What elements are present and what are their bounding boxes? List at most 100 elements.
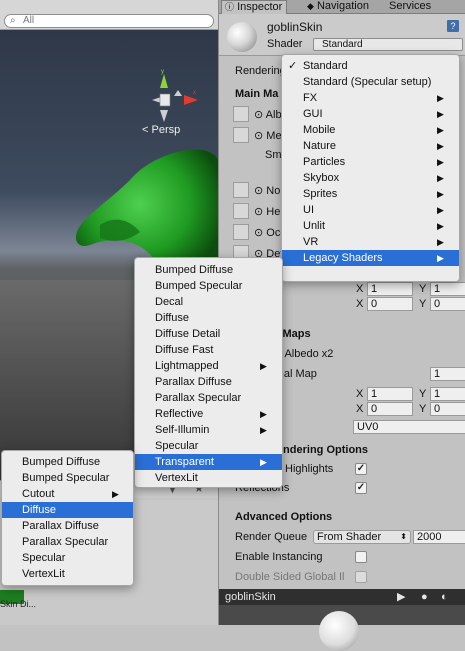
legacy-menu-item-diffuse-detail[interactable]: Diffuse Detail — [135, 326, 282, 342]
transparent-menu-item-parallax-specular[interactable]: Parallax Specular — [2, 534, 133, 550]
persp-label[interactable]: < Persp — [142, 124, 180, 136]
lighting-icon[interactable]: ◐ — [441, 589, 448, 605]
menu-item-label: Bumped Diffuse — [22, 456, 101, 468]
shader-menu-item-standard-specular-setup[interactable]: Standard (Specular setup) — [282, 74, 459, 90]
submenu-arrow-icon: ▶ — [437, 125, 444, 135]
normal-map-scale-field[interactable]: 1 — [430, 367, 465, 381]
tiling2-x-field[interactable]: 1 — [367, 387, 413, 401]
hierarchy-search-input[interactable]: ⌕ All — [4, 14, 214, 28]
asset-caption[interactable]: Skin Di... — [0, 599, 36, 609]
menu-item-label: Decal — [155, 296, 184, 308]
legacy-menu-item-reflective[interactable]: Reflective ▶ — [135, 406, 282, 422]
tab-navigation[interactable]: ◆ Navigation — [303, 0, 373, 14]
legacy-menu-item-self-illumin[interactable]: Self-Illumin ▶ — [135, 422, 282, 438]
menu-item-label: Skybox — [303, 172, 340, 184]
tiling-x-field[interactable]: 1 — [367, 282, 413, 296]
transparent-menu-item-vertexlit[interactable]: VertexLit — [2, 566, 133, 582]
tiling2-y-label: Y — [419, 388, 427, 400]
enable-instancing-checkbox[interactable] — [355, 551, 367, 563]
offset2-y-label: Y — [419, 403, 427, 415]
tab-inspector[interactable]: ⓘ Inspector — [221, 0, 288, 14]
menu-item-label: Standard (Specular setup) — [303, 76, 432, 88]
tiling-x-label: X — [356, 283, 364, 295]
shader-menu-item-nature[interactable]: Nature ▶ — [282, 138, 459, 154]
scene-gizmo[interactable]: y x — [150, 68, 200, 124]
legacy-menu-item-specular[interactable]: Specular — [135, 438, 282, 454]
help-icon[interactable]: ? — [447, 20, 459, 32]
material-header: goblinSkin Shader Standard ? — [219, 14, 465, 56]
shader-menu-item-unlit[interactable]: Unlit ▶ — [282, 218, 459, 234]
tiling-y-field[interactable]: 1 — [430, 282, 465, 296]
shader-menu-item-mobile[interactable]: Mobile ▶ — [282, 122, 459, 138]
height-slot[interactable] — [233, 203, 249, 219]
shader-menu-item-fx[interactable]: FX ▶ — [282, 90, 459, 106]
legacy-menu-item-decal[interactable]: Decal — [135, 294, 282, 310]
double-sided-gi-checkbox[interactable] — [355, 571, 367, 583]
transparent-menu-item-specular[interactable]: Specular — [2, 550, 133, 566]
normal-label: ⊙ Nor — [254, 185, 285, 197]
submenu-arrow-icon: ▶ — [437, 173, 444, 183]
tiling-y-label: Y — [419, 283, 427, 295]
enable-instancing-label: Enable Instancing — [235, 551, 323, 563]
render-queue-label: Render Queue — [235, 531, 308, 543]
legacy-menu-item-bumped-diffuse[interactable]: Bumped Diffuse — [135, 262, 282, 278]
preview-sphere — [319, 611, 359, 651]
legacy-menu-item-bumped-specular[interactable]: Bumped Specular — [135, 278, 282, 294]
shader-menu-item-sprites[interactable]: Sprites ▶ — [282, 186, 459, 202]
transparent-menu-item-diffuse[interactable]: Diffuse — [2, 502, 133, 518]
transparent-menu-item-bumped-specular[interactable]: Bumped Specular — [2, 470, 133, 486]
menu-item-label: UI — [303, 204, 314, 216]
shader-dropdown[interactable]: Standard — [313, 38, 463, 51]
uv-set-dropdown[interactable]: UV0 — [353, 420, 465, 434]
render-queue-value-field[interactable]: 2000 — [413, 530, 465, 544]
shader-menu-item-ui[interactable]: UI ▶ — [282, 202, 459, 218]
shader-menu-item-gui[interactable]: GUI ▶ — [282, 106, 459, 122]
metallic-slot[interactable] — [233, 127, 249, 143]
menu-item-label: Legacy Shaders — [303, 252, 383, 264]
menu-item-label: Parallax Diffuse — [155, 376, 232, 388]
menu-item-label: Diffuse — [22, 504, 57, 516]
menu-item-label: Cutout — [22, 488, 55, 500]
menu-item-label: Specular — [155, 440, 199, 452]
legacy-menu-item-parallax-specular[interactable]: Parallax Specular — [135, 390, 282, 406]
legacy-menu-item-vertexlit[interactable]: VertexLit — [135, 470, 282, 486]
legacy-menu-item-diffuse[interactable]: Diffuse — [135, 310, 282, 326]
hierarchy-toolbar: ⌕ All — [0, 0, 218, 30]
specular-highlights-label: Highlights — [285, 463, 334, 475]
gizmo-x-label: x — [193, 90, 196, 96]
shader-menu-item-standard[interactable]: ✓ Standard — [282, 58, 459, 74]
specular-highlights-checkbox[interactable] — [355, 463, 367, 475]
transparent-menu-item-cutout[interactable]: Cutout ▶ — [2, 486, 133, 502]
transparent-menu-item-parallax-diffuse[interactable]: Parallax Diffuse — [2, 518, 133, 534]
offset2-x-field[interactable]: 0 — [367, 402, 413, 416]
tiling2-y-field[interactable]: 1 — [430, 387, 465, 401]
occlusion-slot[interactable] — [233, 224, 249, 240]
tab-services[interactable]: Services — [385, 0, 435, 14]
submenu-arrow-icon: ▶ — [437, 221, 444, 231]
shader-menu-item-vr[interactable]: VR ▶ — [282, 234, 459, 250]
shader-menu-item-skybox[interactable]: Skybox ▶ — [282, 170, 459, 186]
render-queue-mode-dropdown[interactable]: From Shader ⬍ — [313, 530, 411, 544]
sphere-preview-icon[interactable]: ● — [421, 589, 428, 605]
submenu-arrow-icon: ▶ — [437, 141, 444, 151]
reflections-checkbox[interactable] — [355, 482, 367, 494]
albedo-slot[interactable] — [233, 106, 249, 122]
submenu-arrow-icon: ▶ — [260, 409, 267, 419]
normal-slot[interactable] — [233, 182, 249, 198]
navigation-icon: ◆ — [307, 1, 314, 11]
transparent-shaders-menu: Bumped Diffuse Bumped Specular Cutout ▶ Diff… — [1, 450, 134, 586]
legacy-shaders-menu: Bumped Diffuse Bumped Specular Decal Diffus… — [134, 257, 283, 488]
legacy-menu-item-lightmapped[interactable]: Lightmapped ▶ — [135, 358, 282, 374]
play-icon[interactable]: ▶ — [397, 589, 405, 605]
offset-y-field[interactable]: 0 — [430, 297, 465, 311]
main-maps-heading: Main Ma — [235, 88, 279, 100]
offset-x-field[interactable]: 0 — [367, 297, 413, 311]
submenu-arrow-icon: ▶ — [437, 157, 444, 167]
shader-menu-item-legacy-shaders[interactable]: Legacy Shaders ▶ — [282, 250, 459, 266]
shader-menu-item-particles[interactable]: Particles ▶ — [282, 154, 459, 170]
legacy-menu-item-transparent[interactable]: Transparent ▶ — [135, 454, 282, 470]
transparent-menu-item-bumped-diffuse[interactable]: Bumped Diffuse — [2, 454, 133, 470]
offset2-y-field[interactable]: 0 — [430, 402, 465, 416]
legacy-menu-item-parallax-diffuse[interactable]: Parallax Diffuse — [135, 374, 282, 390]
legacy-menu-item-diffuse-fast[interactable]: Diffuse Fast — [135, 342, 282, 358]
